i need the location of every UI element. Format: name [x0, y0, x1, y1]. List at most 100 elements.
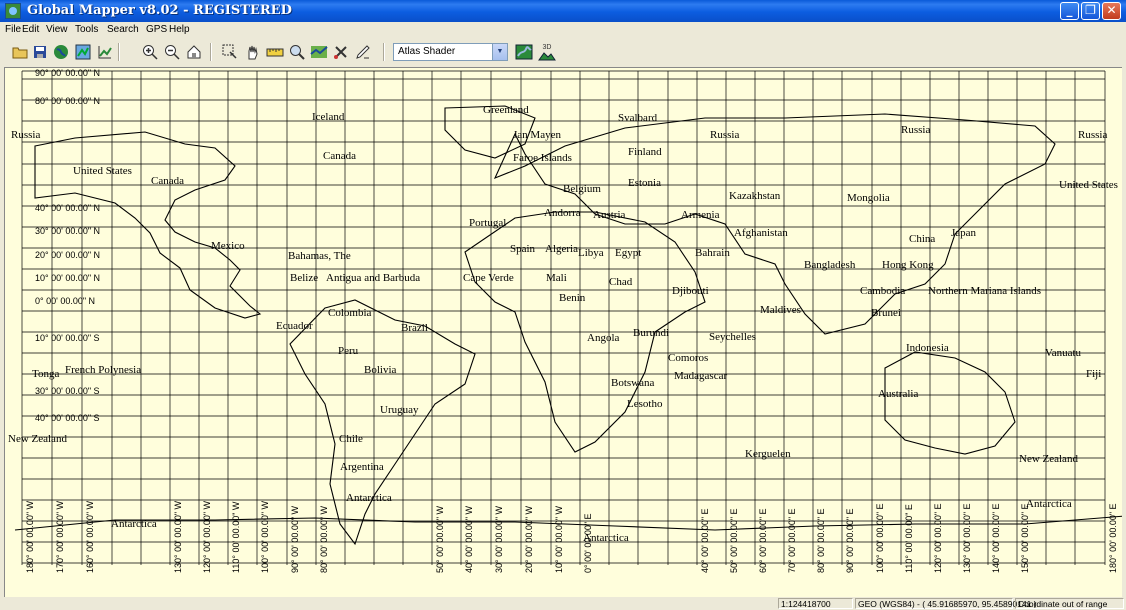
tools-icon[interactable] — [331, 42, 351, 62]
place-label: Estonia — [628, 177, 661, 189]
home-icon[interactable] — [184, 42, 204, 62]
toolbar-separator — [210, 43, 212, 61]
coastlines — [14, 105, 1122, 546]
chevron-down-icon[interactable]: ▼ — [492, 44, 507, 60]
longitude-label: 90° 00' 00.00" W — [290, 505, 300, 573]
longitude-label: 160° 00' 00.00" W — [85, 500, 95, 573]
place-label: Antarctica — [1026, 498, 1072, 510]
measure-icon[interactable] — [265, 42, 285, 62]
longitude-label: 40° 00' 00.00" W — [464, 505, 474, 573]
digitizer-icon[interactable] — [73, 42, 93, 62]
scale-readout: 1:124418700 — [778, 598, 853, 609]
shader-select[interactable]: Atlas Shader ▼ — [393, 43, 508, 61]
place-label: Burundi — [633, 327, 670, 339]
place-label: Antarctica — [111, 518, 157, 530]
place-label: Canada — [323, 150, 356, 162]
longitude-label: 80° 00' 00.00" W — [319, 505, 329, 573]
save-icon[interactable] — [30, 42, 50, 62]
place-label: Russia — [710, 129, 740, 141]
south-america-outline — [289, 299, 476, 546]
place-label: Antarctica — [583, 532, 629, 544]
place-label: Finland — [628, 146, 662, 158]
map-view[interactable]: 90° 00' 00.00" N 80° 00' 00.00" N 40° 00' … — [4, 67, 1122, 597]
place-label: Faroe Islands — [513, 152, 572, 164]
place-label: Argentina — [340, 461, 384, 473]
place-label: Svalbard — [618, 112, 658, 124]
open-icon[interactable] — [10, 42, 30, 62]
menu-help[interactable]: Help — [169, 24, 190, 35]
place-label: Russia — [11, 129, 41, 141]
place-label: Mali — [546, 272, 567, 284]
place-label: Angola — [587, 332, 620, 344]
place-label: Colombia — [328, 307, 372, 319]
minimize-button[interactable]: _ — [1060, 2, 1079, 20]
globe-icon[interactable] — [51, 42, 71, 62]
path-profile-icon[interactable] — [309, 42, 329, 62]
longitude-label: 130° 00' 00.00" W — [173, 500, 183, 573]
shader-options-icon[interactable] — [514, 42, 534, 62]
longitude-label: 20° 00' 00.00" W — [524, 505, 534, 573]
longitude-label: 80° 00' 00.00" E — [816, 508, 826, 573]
info-icon[interactable] — [287, 42, 307, 62]
menu-search[interactable]: Search — [107, 24, 139, 35]
menu-view[interactable]: View — [46, 24, 68, 35]
place-label: Bahrain — [695, 247, 730, 259]
place-label: Vanuatu — [1045, 347, 1082, 359]
menu-bar: File Edit View Tools Search GPS Help — [0, 22, 1126, 39]
place-label: Brazil — [401, 322, 428, 334]
pan-icon[interactable] — [243, 42, 263, 62]
3d-view-button[interactable]: 3D — [537, 42, 557, 62]
longitude-label: 130° 00' 00.00" E — [962, 503, 972, 573]
latitude-label: 30° 00' 00.00" S — [35, 386, 100, 396]
menu-tools[interactable]: Tools — [75, 24, 98, 35]
close-button[interactable]: ✕ — [1102, 2, 1121, 20]
latitude-label: 10° 00' 00.00" S — [35, 333, 100, 343]
place-label: Canada — [151, 175, 184, 187]
chart-icon[interactable] — [95, 42, 115, 62]
place-label: Jan Mayen — [513, 129, 561, 141]
menu-file[interactable]: File — [5, 24, 21, 35]
shader-select-value: Atlas Shader — [398, 46, 456, 57]
place-label: Madagascar — [674, 370, 728, 382]
latitude-label: 40° 00' 00.00" N — [35, 203, 101, 213]
place-label: Belgium — [563, 183, 601, 195]
window-title: Global Mapper v8.02 - REGISTERED — [27, 3, 292, 18]
zoom-in-icon[interactable] — [140, 42, 160, 62]
place-label: Bolivia — [364, 364, 397, 376]
place-label: Japan — [951, 227, 977, 239]
place-label: Portugal — [469, 217, 507, 229]
place-label: Belize — [290, 272, 319, 284]
place-label: Maldives — [760, 304, 801, 316]
place-label: Spain — [510, 243, 536, 255]
maximize-button[interactable]: ❐ — [1081, 2, 1100, 20]
place-label: Ecuador — [276, 320, 313, 332]
place-label: Benin — [559, 292, 586, 304]
place-label: Bangladesh — [804, 259, 856, 271]
menu-gps[interactable]: GPS — [146, 24, 167, 35]
place-label: Algeria — [545, 243, 578, 255]
place-label: Armenia — [681, 209, 720, 221]
zoom-out-icon[interactable] — [162, 42, 182, 62]
menu-edit[interactable]: Edit — [22, 24, 39, 35]
select-icon[interactable] — [220, 42, 240, 62]
toolbar-separator — [118, 43, 120, 61]
place-label: Mexico — [211, 240, 245, 252]
place-label: New Zealand — [1019, 453, 1078, 465]
latitude-label: 20° 00' 00.00" N — [35, 250, 101, 260]
edit-icon[interactable] — [353, 42, 373, 62]
place-label: Northern Mariana Islands — [928, 285, 1042, 297]
place-label: Indonesia — [906, 342, 949, 354]
longitude-label: 110° 00' 00.00" W — [231, 501, 241, 573]
longitude-label: 180° 00' 00.00" W — [25, 500, 35, 573]
place-label: Greenland — [483, 104, 529, 116]
australia-outline — [884, 351, 1016, 455]
place-label: China — [909, 233, 936, 245]
latitude-label: 40° 00' 00.00" S — [35, 413, 100, 423]
place-label: Mongolia — [847, 192, 890, 204]
place-label: Lesotho — [627, 398, 663, 410]
coordinate-readout: GEO (WGS84) - ( 45.91685970, 95.45890141… — [855, 598, 1037, 609]
place-label: Hong Kong — [882, 259, 934, 271]
place-label: Brunei — [871, 307, 901, 319]
graticule — [21, 70, 1106, 565]
place-label: Comoros — [668, 352, 709, 364]
